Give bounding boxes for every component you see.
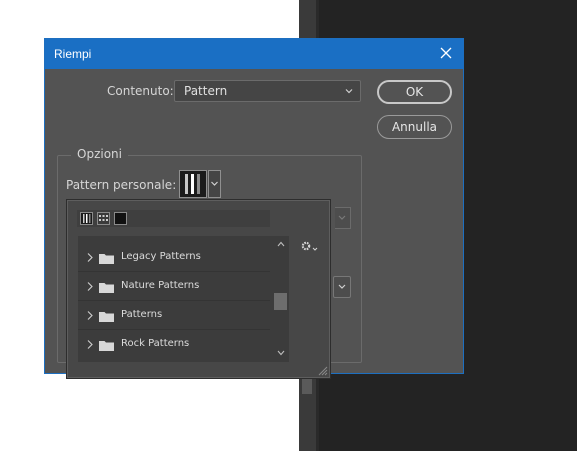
list-item[interactable]: Legacy Patterns (78, 244, 270, 272)
picker-settings-button[interactable] (300, 240, 318, 254)
cancel-button[interactable]: Annulla (377, 115, 452, 139)
list-item-label: Rock Patterns (121, 338, 190, 349)
folder-icon (99, 283, 114, 293)
chevron-down-icon (338, 284, 346, 289)
chevron-right-icon (87, 282, 93, 291)
resize-grip-icon[interactable] (317, 365, 328, 376)
scroll-down-icon[interactable] (276, 349, 286, 357)
pattern-folder-list: Legacy Patterns Nature Patterns Patterns… (78, 236, 289, 362)
stripes-pattern-icon (83, 214, 91, 223)
dialog-title: Riempi (54, 47, 92, 61)
pattern-swatch[interactable] (179, 170, 207, 198)
pattern-preview-icon (180, 171, 206, 197)
gear-icon (301, 241, 318, 251)
content-select[interactable]: Pattern (174, 80, 361, 102)
chevron-down-icon (345, 89, 353, 94)
pattern-picker-popup: Legacy Patterns Nature Patterns Patterns… (66, 199, 331, 379)
list-item-label: Nature Patterns (121, 280, 200, 291)
list-item-label: Patterns (121, 309, 163, 320)
folder-icon (99, 254, 114, 264)
list-item[interactable]: Rock Patterns (78, 331, 270, 359)
chevron-right-icon (87, 311, 93, 320)
chevron-down-icon (211, 181, 218, 186)
content-label: Contenuto: (107, 84, 174, 98)
recent-pattern-stripes[interactable] (80, 212, 93, 225)
ok-button[interactable]: OK (377, 80, 452, 104)
dialog-titlebar[interactable]: Riempi (45, 39, 463, 69)
options-group-label: Opzioni (71, 147, 128, 161)
recent-patterns-bar (77, 210, 270, 227)
list-item-label: Legacy Patterns (121, 251, 201, 262)
chevron-right-icon (87, 340, 93, 349)
blending-mode-select-edge[interactable] (333, 276, 351, 298)
close-button[interactable] (437, 44, 455, 62)
custom-pattern-label: Pattern personale: (66, 178, 177, 192)
hidden-select-edge[interactable] (335, 207, 351, 229)
content-select-value: Pattern (184, 84, 228, 98)
pattern-picker-toggle[interactable] (208, 170, 221, 198)
chevron-right-icon (87, 253, 93, 262)
folder-icon (99, 312, 114, 322)
list-item[interactable]: Patterns (78, 302, 270, 330)
recent-pattern-grid[interactable] (97, 212, 110, 225)
grid-pattern-icon (99, 215, 108, 221)
list-item[interactable]: Nature Patterns (78, 273, 270, 301)
scroll-up-icon[interactable] (276, 240, 286, 248)
recent-pattern-solid[interactable] (114, 212, 127, 225)
list-scrollbar-thumb[interactable] (274, 293, 287, 310)
chevron-down-icon (338, 215, 346, 220)
folder-icon (99, 341, 114, 351)
close-icon (440, 47, 452, 59)
